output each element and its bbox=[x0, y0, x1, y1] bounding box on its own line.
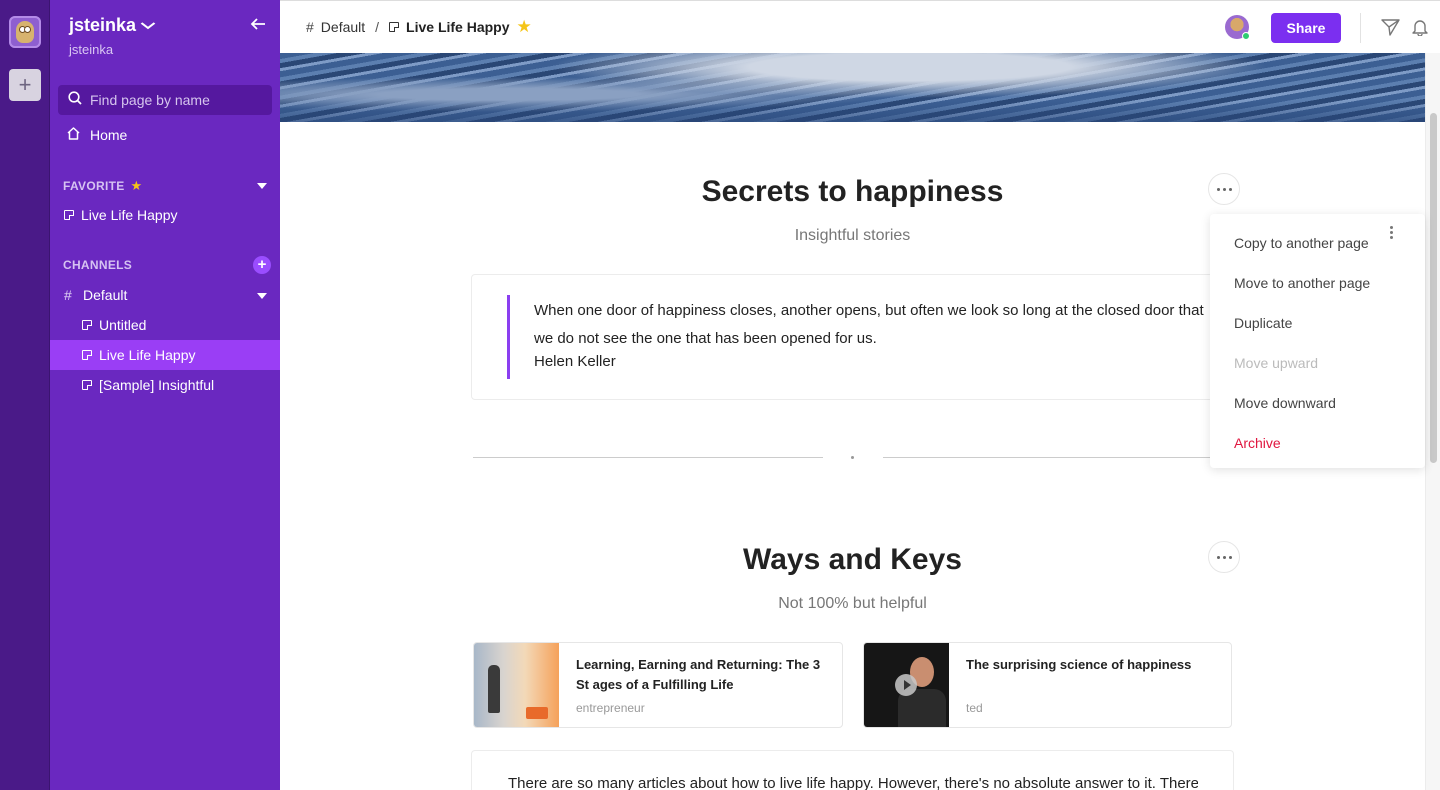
menu-item-move-downward[interactable]: Move downward bbox=[1234, 395, 1336, 411]
sidebar-item-label: Default bbox=[83, 287, 128, 303]
breadcrumb-channel[interactable]: Default bbox=[321, 19, 365, 35]
section-more-button[interactable] bbox=[1208, 541, 1240, 573]
sidebar-item-label: Live Life Happy bbox=[81, 207, 178, 223]
menu-item-copy-to-another-page[interactable]: Copy to another page bbox=[1234, 235, 1369, 251]
sidebar-page-live-life-happy[interactable]: Live Life Happy bbox=[50, 340, 280, 370]
workspace-name: jsteinka bbox=[69, 15, 137, 35]
quote-text: When one door of happiness closes, anoth… bbox=[534, 302, 1204, 347]
link-source: entrepreneur bbox=[576, 701, 645, 715]
page-icon bbox=[82, 350, 92, 360]
favorite-star-icon[interactable]: ★ bbox=[517, 17, 532, 37]
favorite-collapse-caret-icon[interactable] bbox=[257, 183, 267, 189]
quote-author: Helen Keller bbox=[534, 353, 616, 370]
scrollbar-thumb[interactable] bbox=[1430, 113, 1437, 463]
menu-item-move-to-another-page[interactable]: Move to another page bbox=[1234, 275, 1370, 291]
workspace-username: jsteinka bbox=[69, 42, 114, 57]
sidebar-favorite-live-life-happy[interactable]: Live Life Happy bbox=[50, 200, 280, 230]
sidebar-item-label: Untitled bbox=[99, 317, 147, 333]
quote-block[interactable]: When one door of happiness closes, anoth… bbox=[471, 274, 1221, 400]
sidebar-channel-default[interactable]: # Default bbox=[50, 280, 280, 310]
channel-collapse-caret-icon[interactable] bbox=[257, 293, 267, 299]
search-input[interactable] bbox=[90, 92, 260, 108]
top-bar: # Default / Live Life Happy ★ Share bbox=[280, 0, 1440, 53]
channels-section-label: CHANNELS bbox=[63, 258, 133, 272]
menu-item-duplicate[interactable]: Duplicate bbox=[1234, 315, 1292, 331]
cover-image bbox=[280, 53, 1425, 122]
menu-item-move-upward: Move upward bbox=[1234, 355, 1319, 371]
sidebar-page-sample-insightful[interactable]: [Sample] Insightful bbox=[50, 370, 280, 400]
user-avatar[interactable] bbox=[1225, 15, 1250, 40]
add-channel-button[interactable]: + bbox=[253, 256, 271, 274]
workspace-avatar[interactable] bbox=[9, 16, 41, 48]
sidebar-item-label: Live Life Happy bbox=[99, 347, 196, 363]
home-label: Home bbox=[90, 127, 128, 143]
page-icon bbox=[64, 210, 74, 220]
share-button[interactable]: Share bbox=[1271, 13, 1341, 43]
workspace-header[interactable]: jsteinka jsteinka bbox=[69, 15, 156, 57]
online-status-icon bbox=[1242, 32, 1250, 40]
link-source: ted bbox=[966, 701, 983, 715]
owl-logo-icon bbox=[16, 21, 34, 43]
section-title[interactable]: Ways and Keys bbox=[280, 543, 1425, 577]
link-thumbnail bbox=[474, 643, 559, 727]
sidebar: jsteinka jsteinka Home FAVORITE ★ Live L… bbox=[50, 0, 280, 790]
collapse-sidebar-icon[interactable] bbox=[250, 15, 266, 38]
sidebar-item-label: [Sample] Insightful bbox=[99, 377, 215, 393]
page-icon bbox=[82, 380, 92, 390]
divider-dot bbox=[851, 456, 854, 459]
chevron-down-icon bbox=[140, 19, 156, 33]
video-thumbnail bbox=[864, 643, 949, 727]
breadcrumb-page: Live Life Happy bbox=[406, 19, 510, 35]
menu-item-archive[interactable]: Archive bbox=[1234, 435, 1281, 451]
home-icon bbox=[66, 126, 81, 144]
text-paragraph: There are so many articles about how to … bbox=[508, 775, 1198, 790]
search-box bbox=[58, 85, 272, 115]
page-icon bbox=[389, 22, 400, 32]
page-icon bbox=[82, 320, 92, 330]
link-card[interactable]: The surprising science of happiness ted bbox=[863, 642, 1232, 728]
scrollbar[interactable] bbox=[1425, 53, 1440, 790]
section-title[interactable]: Secrets to happiness bbox=[280, 175, 1425, 209]
kebab-icon[interactable] bbox=[1390, 226, 1393, 239]
hash-icon: # bbox=[306, 19, 314, 35]
divider-line bbox=[883, 457, 1213, 458]
link-title: Learning, Earning and Returning: The 3 S… bbox=[576, 657, 821, 692]
section-more-button[interactable] bbox=[1208, 173, 1240, 205]
link-card[interactable]: Learning, Earning and Returning: The 3 S… bbox=[473, 642, 843, 728]
link-title: The surprising science of happiness bbox=[966, 657, 1192, 672]
section-subtitle[interactable]: Not 100% but helpful bbox=[280, 595, 1425, 613]
quote-bar bbox=[507, 295, 510, 379]
workspace-rail: + bbox=[0, 0, 50, 790]
toolbar-divider bbox=[1360, 13, 1361, 43]
hash-icon: # bbox=[64, 287, 72, 303]
divider-line bbox=[473, 457, 823, 458]
add-workspace-button[interactable]: + bbox=[9, 69, 41, 101]
section-context-menu: Copy to another page Move to another pag… bbox=[1210, 214, 1425, 468]
favorite-section-label: FAVORITE ★ bbox=[63, 178, 143, 193]
star-icon: ★ bbox=[130, 178, 143, 193]
sidebar-page-untitled[interactable]: Untitled bbox=[50, 310, 280, 340]
breadcrumb: # Default / Live Life Happy ★ bbox=[306, 17, 532, 37]
play-icon[interactable] bbox=[895, 674, 917, 696]
search-icon bbox=[68, 90, 82, 110]
home-link[interactable]: Home bbox=[66, 126, 127, 144]
text-block[interactable]: There are so many articles about how to … bbox=[471, 750, 1234, 790]
breadcrumb-separator: / bbox=[375, 19, 380, 35]
send-icon[interactable] bbox=[1381, 18, 1400, 41]
bell-icon[interactable] bbox=[1412, 18, 1428, 41]
